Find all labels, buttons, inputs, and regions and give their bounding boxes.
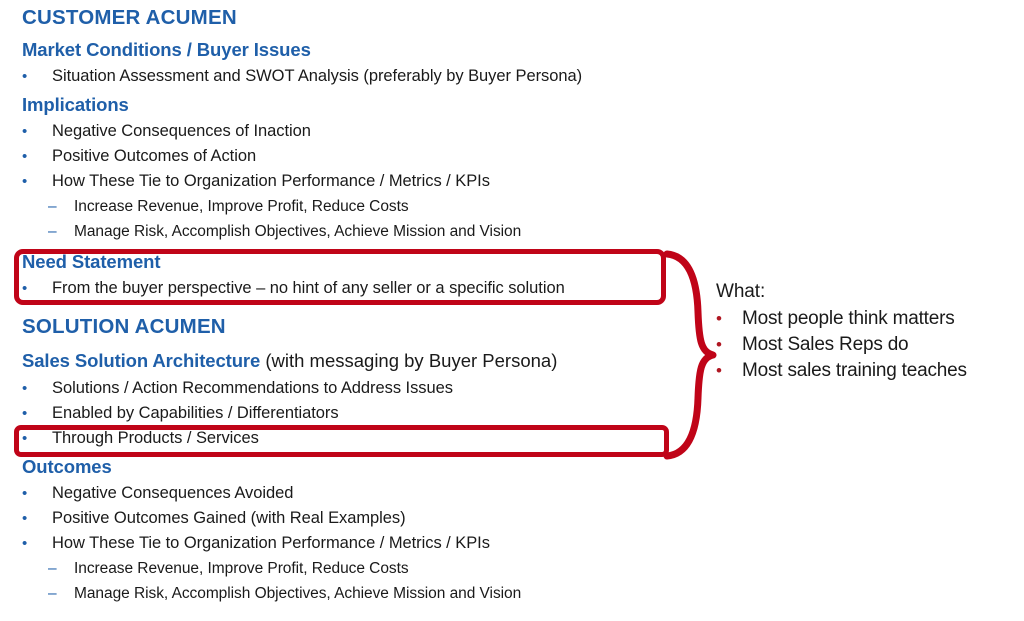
- what-panel: What: • Most people think matters • Most Sa…: [716, 281, 1021, 384]
- dash-marker-icon: –: [48, 560, 57, 577]
- what-panel-item: • Most people think matters: [716, 306, 1021, 332]
- slide-canvas: CUSTOMER ACUMEN Market Conditions / Buyer…: [0, 0, 1024, 621]
- dash-marker-icon: –: [48, 585, 57, 602]
- heading-implications: Implications: [0, 94, 722, 116]
- what-panel-item-label: Most sales training teaches: [742, 360, 967, 381]
- subbullet-increase-revenue-2: – Increase Revenue, Improve Profit, Reduc…: [0, 560, 748, 578]
- outline-line-text: Enabled by Capabilities / Differentiator…: [52, 404, 339, 422]
- dash-marker-icon: –: [48, 198, 57, 215]
- bullet-marker-icon: •: [22, 68, 28, 85]
- outline-heading-text: Sales Solution Architecture: [22, 350, 261, 371]
- bullet-how-these-tie-2: • How These Tie to Organization Performan…: [0, 534, 722, 553]
- outline-line-text: Manage Risk, Accomplish Objectives, Achi…: [74, 585, 522, 602]
- outline-heading-text: CUSTOMER ACUMEN: [22, 6, 237, 29]
- outline-line-text: How These Tie to Organization Performanc…: [52, 172, 490, 190]
- outline-line-text: Manage Risk, Accomplish Objectives, Achi…: [74, 223, 522, 240]
- heading-solution-acumen: SOLUTION ACUMEN: [0, 315, 722, 339]
- outline-line-text: From the buyer perspective – no hint of …: [52, 279, 565, 297]
- outline-heading-text: Implications: [22, 94, 129, 115]
- heading-need-statement: Need Statement: [0, 251, 722, 273]
- subbullet-manage-risk-2: – Manage Risk, Accomplish Objectives, Ach…: [0, 585, 748, 603]
- subbullet-manage-risk-1: – Manage Risk, Accomplish Objectives, Ach…: [0, 223, 748, 241]
- bullet-marker-icon: •: [22, 430, 28, 447]
- outline-line-text: Increase Revenue, Improve Profit, Reduce…: [74, 198, 409, 215]
- bullet-marker-icon: •: [716, 361, 722, 380]
- bullet-negative-consequences-inaction: • Negative Consequences of Inaction: [0, 122, 722, 141]
- what-panel-item: • Most Sales Reps do: [716, 332, 1021, 358]
- bullet-marker-icon: •: [22, 148, 28, 165]
- outline-heading-text: Market Conditions / Buyer Issues: [22, 39, 311, 60]
- outline-line-text: How These Tie to Organization Performanc…: [52, 534, 490, 552]
- heading-sales-solution-architecture: Sales Solution Architecture (with messag…: [0, 350, 722, 372]
- outline-line-text: Negative Consequences of Inaction: [52, 122, 311, 140]
- what-panel-item-label: Most people think matters: [742, 308, 955, 329]
- outline-heading-text: Need Statement: [22, 251, 161, 272]
- outline-heading-text: Outcomes: [22, 456, 112, 477]
- outline-column: CUSTOMER ACUMEN Market Conditions / Buyer…: [0, 0, 700, 621]
- heading-customer-acumen: CUSTOMER ACUMEN: [0, 6, 722, 30]
- bullet-marker-icon: •: [22, 535, 28, 552]
- heading-market-conditions: Market Conditions / Buyer Issues: [0, 39, 722, 61]
- bullet-through-products-services: • Through Products / Services: [0, 429, 722, 448]
- outline-line-text: Situation Assessment and SWOT Analysis (…: [52, 67, 583, 85]
- outline-heading-suffix: (with messaging by Buyer Persona): [260, 350, 558, 371]
- bullet-marker-icon: •: [22, 173, 28, 190]
- outline-line-text: Positive Outcomes of Action: [52, 147, 257, 165]
- bullet-enabled-by-capabilities: • Enabled by Capabilities / Differentiato…: [0, 404, 722, 423]
- bullet-from-buyer-perspective: • From the buyer perspective – no hint of…: [0, 279, 722, 298]
- what-panel-item-label: Most Sales Reps do: [742, 334, 909, 355]
- right-curly-brace-icon: [663, 250, 717, 460]
- bullet-situation-assessment: • Situation Assessment and SWOT Analysis …: [0, 67, 722, 86]
- bullet-marker-icon: •: [22, 380, 28, 397]
- bullet-marker-icon: •: [22, 405, 28, 422]
- what-panel-list: • Most people think matters • Most Sales Re…: [716, 306, 1021, 384]
- subbullet-increase-revenue-1: – Increase Revenue, Improve Profit, Reduc…: [0, 198, 748, 216]
- outline-line-text: Negative Consequences Avoided: [52, 484, 294, 502]
- outline-line-text: Increase Revenue, Improve Profit, Reduce…: [74, 560, 409, 577]
- bullet-marker-icon: •: [22, 280, 28, 297]
- bullet-marker-icon: •: [22, 510, 28, 527]
- what-panel-item: • Most sales training teaches: [716, 358, 1021, 384]
- heading-outcomes: Outcomes: [0, 456, 722, 478]
- bullet-marker-icon: •: [22, 123, 28, 140]
- dash-marker-icon: –: [48, 223, 57, 240]
- outline-heading-text: SOLUTION ACUMEN: [22, 315, 226, 338]
- bullet-how-these-tie-1: • How These Tie to Organization Performan…: [0, 172, 722, 191]
- bullet-marker-icon: •: [716, 309, 722, 328]
- bullet-solutions-action-recommendations: • Solutions / Action Recommendations to A…: [0, 379, 722, 398]
- what-panel-title: What:: [716, 281, 766, 302]
- bullet-marker-icon: •: [716, 335, 722, 354]
- bullet-positive-outcomes-action: • Positive Outcomes of Action: [0, 147, 722, 166]
- outline-line-text: Solutions / Action Recommendations to Ad…: [52, 379, 453, 397]
- outline-line-text: Positive Outcomes Gained (with Real Exam…: [52, 509, 406, 527]
- outline-line-text: Through Products / Services: [52, 429, 259, 447]
- bullet-negative-consequences-avoided: • Negative Consequences Avoided: [0, 484, 722, 503]
- bullet-positive-outcomes-gained: • Positive Outcomes Gained (with Real Exa…: [0, 509, 722, 528]
- bullet-marker-icon: •: [22, 485, 28, 502]
